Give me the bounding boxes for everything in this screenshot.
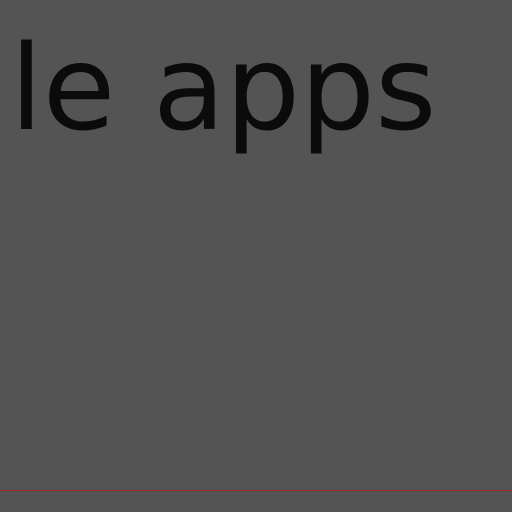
page-canvas: le apps (0, 0, 512, 512)
bottom-divider-line (0, 490, 512, 491)
heading-text: le apps (10, 19, 437, 157)
